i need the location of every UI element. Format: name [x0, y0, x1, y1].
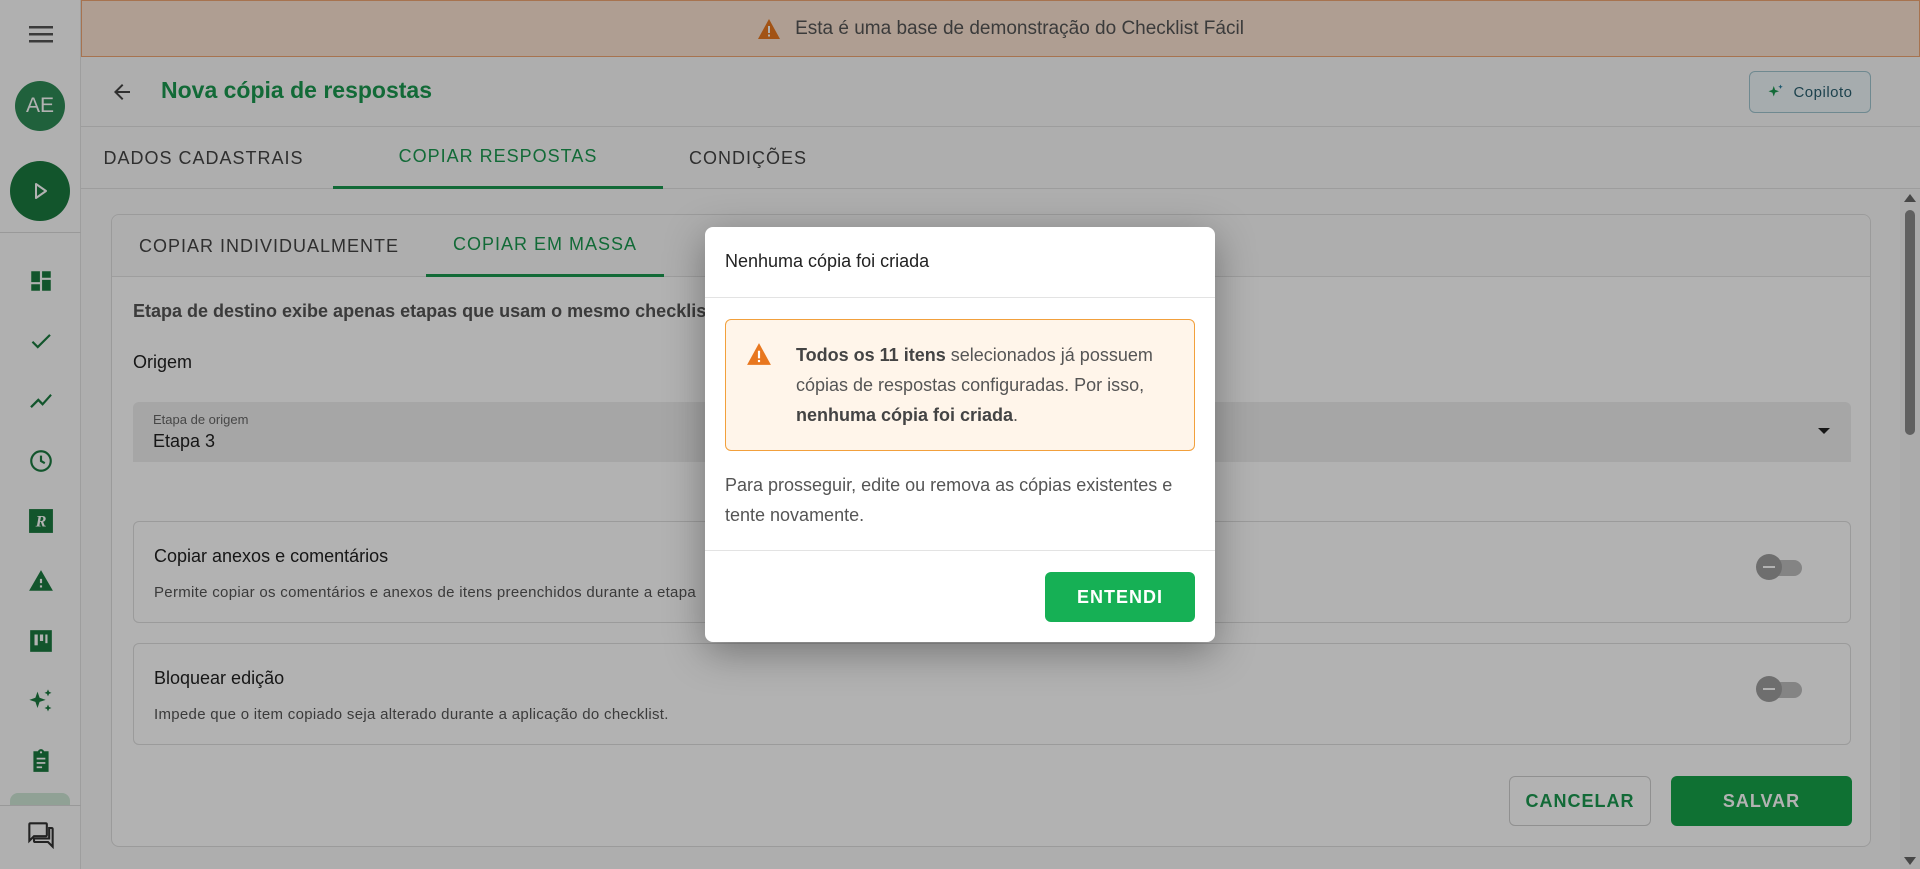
understood-button[interactable]: ENTENDI [1045, 572, 1195, 622]
dialog-divider [705, 550, 1215, 551]
alert-message: Todos os 11 itens selecionados já possue… [796, 340, 1176, 430]
dialog-title: Nenhuma cópia foi criada [725, 251, 930, 271]
warning-alert: Todos os 11 itens selecionados já possue… [725, 319, 1195, 451]
warning-icon [747, 343, 771, 365]
no-copy-created-dialog: Nenhuma cópia foi criada Todos os 11 ite… [705, 227, 1215, 642]
alert-bold-start: Todos os 11 itens [796, 345, 946, 365]
dialog-body: Para prosseguir, edite ou remova as cópi… [725, 475, 1173, 525]
alert-text-end: . [1013, 405, 1019, 425]
alert-bold-end: nenhuma cópia foi criada [796, 405, 1014, 425]
dialog-divider [705, 297, 1215, 298]
